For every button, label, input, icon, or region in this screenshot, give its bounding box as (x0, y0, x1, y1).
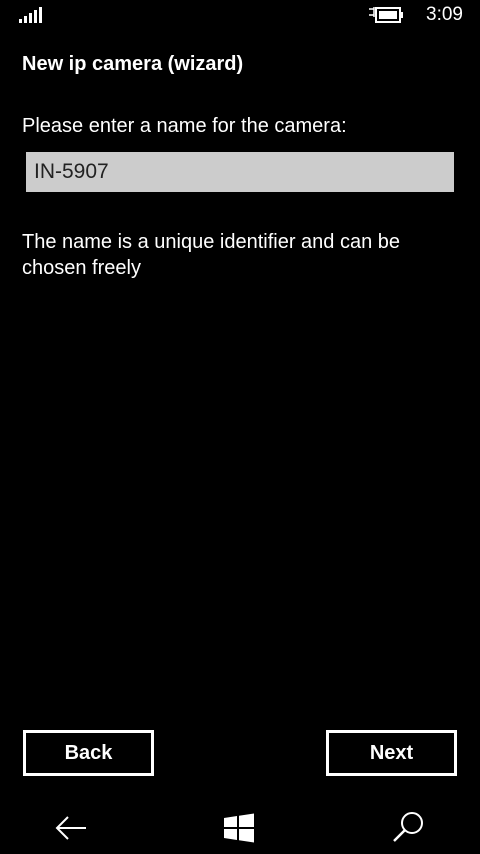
camera-name-label: Please enter a name for the camera: (22, 115, 347, 137)
search-icon (393, 812, 423, 842)
arrow-left-icon (55, 816, 86, 840)
nav-back-button[interactable] (52, 808, 92, 848)
status-clock: 3:09 (426, 4, 463, 25)
next-button[interactable]: Next (326, 730, 457, 776)
battery-charging-icon (369, 7, 403, 23)
status-bar: 3:09 (0, 0, 480, 32)
signal-bars-icon (19, 7, 42, 23)
nav-search-button[interactable] (388, 808, 428, 848)
page-title: New ip camera (wizard) (22, 53, 244, 75)
nav-home-button[interactable] (219, 808, 259, 848)
camera-name-hint: The name is a unique identifier and can … (22, 231, 401, 279)
camera-name-input[interactable] (26, 152, 454, 192)
windows-logo-icon (224, 813, 254, 843)
navigation-bar (0, 798, 480, 854)
back-button[interactable]: Back (23, 730, 154, 776)
